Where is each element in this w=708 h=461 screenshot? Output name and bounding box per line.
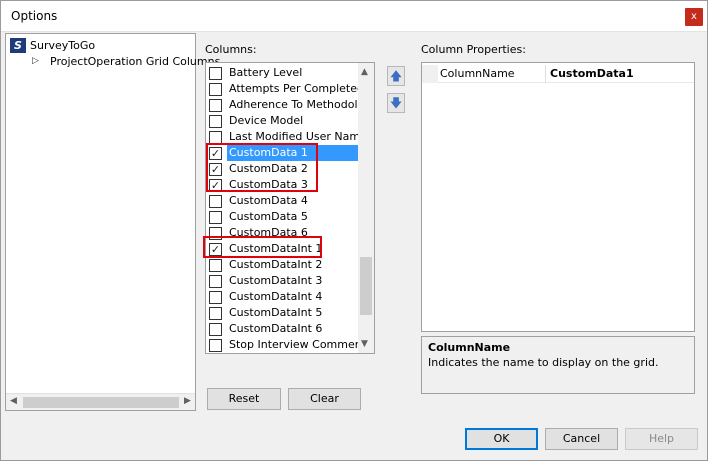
column-checkbox[interactable]: [209, 322, 222, 336]
scrollbar-thumb[interactable]: [23, 397, 179, 408]
column-list-item[interactable]: CustomData 4: [206, 193, 359, 209]
column-label: CustomDataInt 3: [229, 274, 323, 287]
ok-button[interactable]: OK: [465, 428, 538, 450]
column-label: Attempts Per Completed I: [229, 82, 359, 95]
columns-list[interactable]: Stop Interview Comment CustomDataInt 6 Cus…: [205, 62, 375, 354]
property-name: ColumnName: [440, 67, 515, 80]
column-checkbox[interactable]: [209, 82, 222, 96]
column-checkbox[interactable]: [209, 194, 222, 208]
column-label: Stop Interview Comment: [229, 338, 359, 351]
column-checkbox[interactable]: [209, 210, 222, 224]
highlight-box-customdata: [206, 143, 318, 192]
columns-vertical-scrollbar[interactable]: ▲ ▼: [358, 63, 374, 353]
description-text: Indicates the name to display on the gri…: [428, 356, 659, 369]
scroll-left-icon[interactable]: ◀: [10, 396, 17, 406]
app-logo-icon: S: [10, 37, 26, 53]
column-checkbox[interactable]: [209, 306, 222, 320]
settings-tree[interactable]: S SurveyToGo ▷ ProjectOperation Grid Col…: [5, 33, 220, 411]
tree-item-surveytogo[interactable]: S SurveyToGo: [10, 37, 95, 53]
column-label: CustomData 4: [229, 194, 308, 207]
close-icon: x: [691, 11, 697, 22]
title-bar: Options x: [1, 1, 707, 32]
property-value[interactable]: CustomData1: [550, 67, 634, 80]
move-up-button[interactable]: 🡅: [387, 66, 405, 86]
clear-button[interactable]: Clear: [288, 388, 361, 410]
column-list-item[interactable]: Adherence To Methodolog: [206, 97, 359, 113]
column-list-item[interactable]: CustomDataInt 3: [206, 273, 359, 289]
arrow-up-icon: 🡅: [389, 69, 403, 83]
description-title: ColumnName: [428, 341, 511, 354]
column-list-item[interactable]: Attempts Per Completed I: [206, 81, 359, 97]
column-checkbox[interactable]: [209, 258, 222, 272]
column-list-item[interactable]: CustomDataInt 5: [206, 305, 359, 321]
column-checkbox[interactable]: [209, 130, 222, 144]
column-list-item[interactable]: CustomDataInt 6: [206, 321, 359, 337]
reset-button[interactable]: Reset: [207, 388, 281, 410]
tree-item-label: ProjectOperation Grid Columns: [50, 54, 221, 68]
cancel-button[interactable]: Cancel: [545, 428, 618, 450]
column-label: CustomDataInt 2: [229, 258, 323, 271]
tree-item-projectoperation-grid-columns[interactable]: ▷ ProjectOperation Grid Columns: [32, 53, 220, 69]
column-list-item[interactable]: CustomDataInt 2: [206, 257, 359, 273]
column-checkbox[interactable]: [209, 114, 222, 128]
column-label: CustomData 5: [229, 210, 308, 223]
scrollbar-thumb[interactable]: [360, 257, 372, 315]
column-label: Device Model: [229, 114, 304, 127]
arrow-down-icon: 🡇: [389, 96, 403, 110]
scroll-down-icon[interactable]: ▼: [361, 339, 368, 349]
column-label: Adherence To Methodolog: [229, 98, 359, 111]
triangle-right-icon: ▷: [32, 56, 39, 66]
tree-horizontal-scrollbar[interactable]: ◀ ▶: [6, 393, 195, 410]
move-down-button[interactable]: 🡇: [387, 93, 405, 113]
column-label: CustomDataInt 6: [229, 322, 323, 335]
column-checkbox[interactable]: [209, 274, 222, 288]
column-label: Battery Level: [229, 66, 303, 79]
property-row[interactable]: ColumnName CustomData1: [422, 65, 694, 83]
scroll-up-icon[interactable]: ▲: [361, 67, 368, 77]
column-list-item[interactable]: Stop Interview Comment: [206, 337, 359, 353]
column-label: CustomDataInt 4: [229, 290, 323, 303]
column-checkbox[interactable]: [209, 338, 222, 352]
column-list-item[interactable]: Battery Level: [206, 65, 359, 81]
property-description: ColumnName Indicates the name to display…: [421, 336, 695, 394]
scroll-right-icon[interactable]: ▶: [184, 396, 191, 406]
help-button[interactable]: Help: [625, 428, 698, 450]
highlight-box-customdataint: [203, 236, 322, 258]
property-grid[interactable]: ColumnName CustomData1: [421, 62, 695, 332]
property-divider: [545, 65, 546, 83]
column-properties-label: Column Properties:: [421, 43, 526, 56]
column-list-item[interactable]: Device Model: [206, 113, 359, 129]
column-checkbox[interactable]: [209, 98, 222, 112]
column-checkbox[interactable]: [209, 66, 222, 80]
dialog-title: Options: [11, 9, 58, 23]
close-button[interactable]: x: [685, 8, 703, 26]
property-row-gutter: [422, 65, 438, 83]
column-list-item[interactable]: CustomDataInt 4: [206, 289, 359, 305]
column-label: CustomDataInt 5: [229, 306, 323, 319]
columns-label: Columns:: [205, 43, 257, 56]
column-checkbox[interactable]: [209, 290, 222, 304]
column-list-item[interactable]: CustomData 5: [206, 209, 359, 225]
options-dialog: Options x S SurveyToGo ▷ ProjectOperatio…: [0, 0, 708, 461]
tree-item-label: SurveyToGo: [30, 38, 96, 52]
